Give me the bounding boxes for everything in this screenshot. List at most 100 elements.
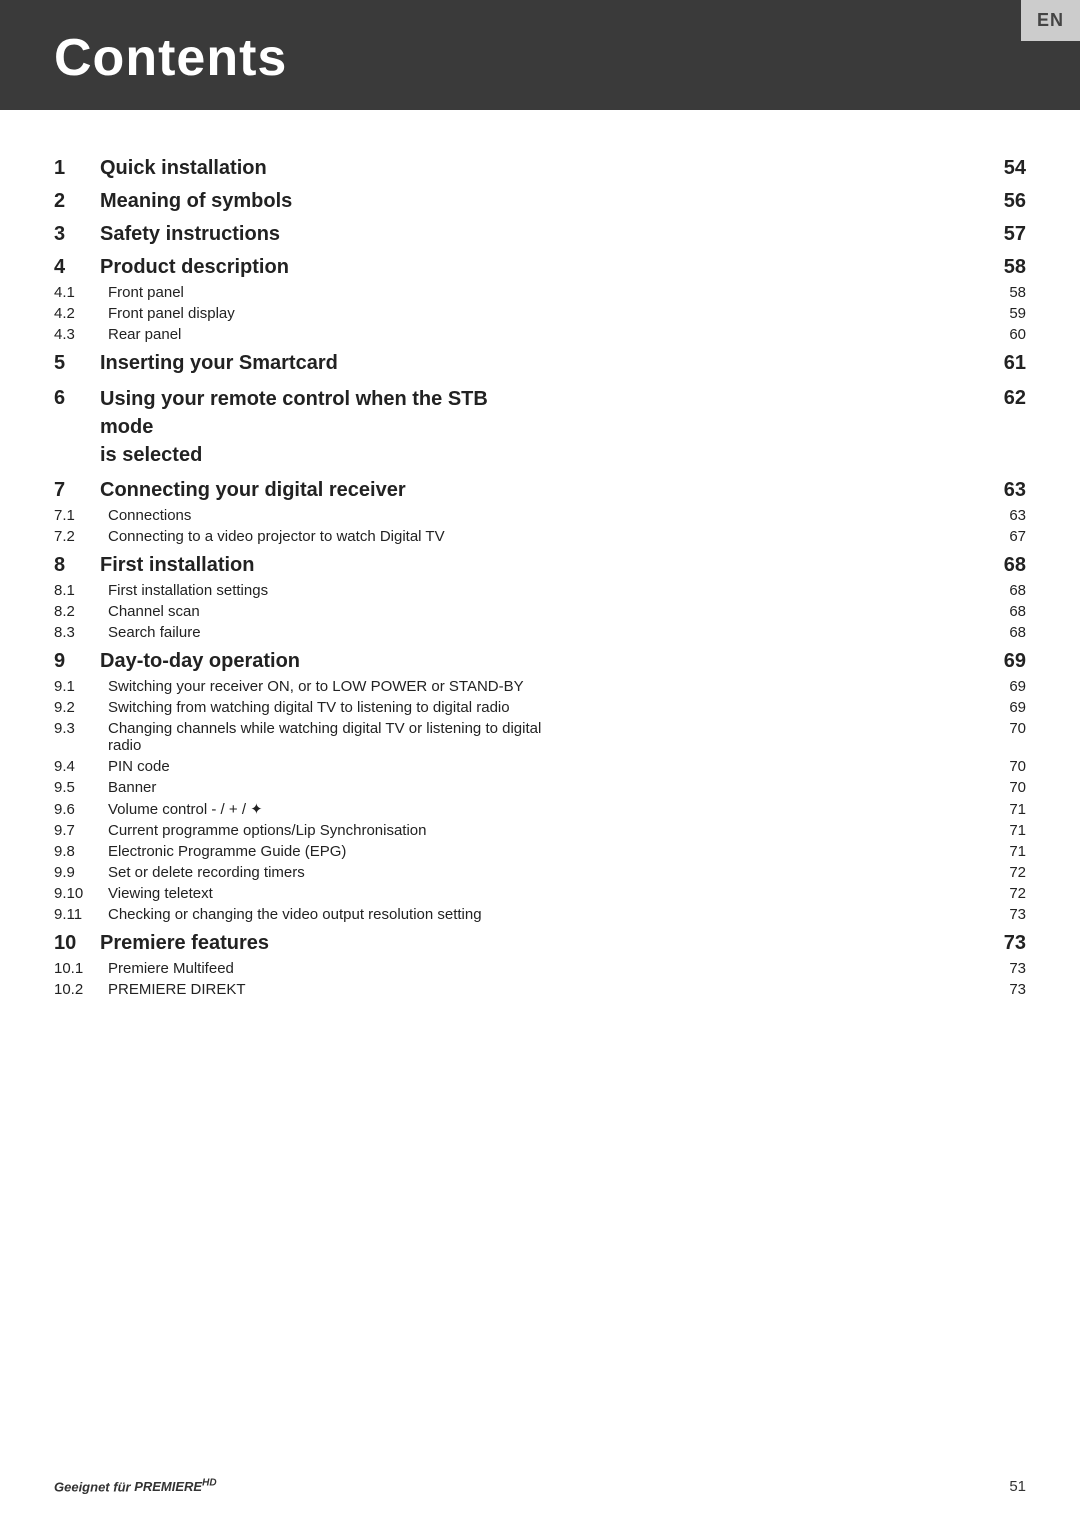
toc-label-9-8: Electronic Programme Guide (EPG) (108, 843, 549, 860)
toc-number-6: 6 (54, 385, 100, 410)
toc-number-10-2: 10.2 (54, 981, 108, 998)
toc-entry-3: 3 Safety instructions 57 (54, 216, 1026, 249)
toc-entry-8-2: 8.2 Channel scan 68 (54, 601, 1026, 622)
toc-entry-4: 4 Product description 58 (54, 249, 1026, 282)
toc-label-9-3: Changing channels while watching digital… (108, 720, 549, 754)
toc-entry-9-6: 9.6 Volume control - / + / ✦ 71 (54, 798, 1026, 820)
toc-entry-9-7: 9.7 Current programme options/Lip Synchr… (54, 820, 1026, 841)
toc-number-9-3: 9.3 (54, 720, 108, 737)
toc-label-7-2: Connecting to a video projector to watch… (108, 528, 549, 545)
toc-label-9-11: Checking or changing the video output re… (108, 906, 549, 923)
toc-entry-8: 8 First installation 68 (54, 547, 1026, 580)
toc-number-4: 4 (54, 256, 100, 279)
footer-brand: Geeignet für PREMIEREHD (54, 1478, 217, 1496)
toc-label-4-3: Rear panel (108, 326, 549, 343)
toc-page-7-1: 63 (990, 507, 1026, 524)
toc-entry-6: 6 Using your remote control when the STB… (54, 378, 1026, 472)
footer-page-number: 51 (1009, 1478, 1026, 1495)
toc-label-8-3: Search failure (108, 624, 549, 641)
toc-label-4-2: Front panel display (108, 305, 549, 322)
toc-entry-7: 7 Connecting your digital receiver 63 (54, 472, 1026, 505)
toc-number-9-7: 9.7 (54, 822, 108, 839)
toc-number-7-2: 7.2 (54, 528, 108, 545)
toc-entry-4-3: 4.3 Rear panel 60 (54, 324, 1026, 345)
toc-label-8-2: Channel scan (108, 603, 549, 620)
page-title: Contents (54, 29, 287, 87)
toc-entry-9-8: 9.8 Electronic Programme Guide (EPG) 71 (54, 841, 1026, 862)
toc-label-9-10: Viewing teletext (108, 885, 549, 902)
toc-label-8-1: First installation settings (108, 582, 549, 599)
toc-page-10: 73 (990, 932, 1026, 955)
toc-page-4: 58 (990, 256, 1026, 279)
toc-number-9: 9 (54, 650, 100, 673)
toc-page-6: 62 (990, 385, 1026, 410)
toc-entry-10: 10 Premiere features 73 (54, 925, 1026, 958)
toc-page-9: 69 (990, 650, 1026, 673)
toc-number-8-3: 8.3 (54, 624, 108, 641)
toc-entry-8-1: 8.1 First installation settings 68 (54, 580, 1026, 601)
toc-page-9-10: 72 (990, 885, 1026, 902)
toc-label-1: Quick installation (100, 157, 545, 180)
toc-page-9-3: 70 (990, 720, 1026, 737)
footer-brand-prefix: Geeignet für (54, 1479, 134, 1494)
toc-number-9-10: 9.10 (54, 885, 108, 902)
toc-entry-4-2: 4.2 Front panel display 59 (54, 303, 1026, 324)
toc-entry-9-11: 9.11 Checking or changing the video outp… (54, 904, 1026, 925)
toc-label-4: Product description (100, 256, 545, 279)
toc-number-4-2: 4.2 (54, 305, 108, 322)
toc-label-9-6: Volume control - / + / ✦ (108, 800, 549, 818)
toc-label-9-7: Current programme options/Lip Synchronis… (108, 822, 549, 839)
toc-entry-9-4: 9.4 PIN code 70 (54, 756, 1026, 777)
toc-entry-9-10: 9.10 Viewing teletext 72 (54, 883, 1026, 904)
toc-page-9-2: 69 (990, 699, 1026, 716)
toc-number-3: 3 (54, 223, 100, 246)
toc-entry-5: 5 Inserting your Smartcard 61 (54, 345, 1026, 378)
toc-number-9-2: 9.2 (54, 699, 108, 716)
toc-page-9-5: 70 (990, 779, 1026, 796)
toc-page-9-8: 71 (990, 843, 1026, 860)
toc-page-8: 68 (990, 554, 1026, 577)
toc-entry-8-3: 8.3 Search failure 68 (54, 622, 1026, 643)
toc-number-9-9: 9.9 (54, 864, 108, 881)
toc-label-10: Premiere features (100, 932, 545, 955)
toc-page-9-11: 73 (990, 906, 1026, 923)
toc-number-2: 2 (54, 190, 100, 213)
toc-page-7: 63 (990, 479, 1026, 502)
toc-label-10-2: PREMIERE DIREKT (108, 981, 549, 998)
toc-number-9-11: 9.11 (54, 906, 108, 923)
toc-page-7-2: 67 (990, 528, 1026, 545)
toc-number-7: 7 (54, 479, 100, 502)
toc-entry-10-1: 10.1 Premiere Multifeed 73 (54, 958, 1026, 979)
toc-label-9-2: Switching from watching digital TV to li… (108, 699, 549, 716)
toc-entry-9: 9 Day-to-day operation 69 (54, 643, 1026, 676)
toc-label-6: Using your remote control when the STB m… (100, 385, 545, 469)
toc-page-5: 61 (990, 352, 1026, 375)
toc-page-9-9: 72 (990, 864, 1026, 881)
toc-entry-7-1: 7.1 Connections 63 (54, 505, 1026, 526)
toc-label-8: First installation (100, 554, 545, 577)
toc-page-4-3: 60 (990, 326, 1026, 343)
toc-number-1: 1 (54, 157, 100, 180)
toc-entry-2: 2 Meaning of symbols 56 (54, 183, 1026, 216)
toc-label-9-4: PIN code (108, 758, 549, 775)
toc-label-9-1: Switching your receiver ON, or to LOW PO… (108, 678, 549, 695)
toc-label-2: Meaning of symbols (100, 190, 545, 213)
toc-page-9-6: 71 (990, 801, 1026, 818)
toc-number-10-1: 10.1 (54, 960, 108, 977)
toc-label-9: Day-to-day operation (100, 650, 545, 673)
toc-page-9-7: 71 (990, 822, 1026, 839)
toc-label-4-1: Front panel (108, 284, 549, 301)
toc-page-4-1: 58 (990, 284, 1026, 301)
toc-page-9-1: 69 (990, 678, 1026, 695)
language-tab: EN (1021, 0, 1080, 41)
toc-number-9-5: 9.5 (54, 779, 108, 796)
toc-number-9-4: 9.4 (54, 758, 108, 775)
toc-page-3: 57 (990, 223, 1026, 246)
toc-page-10-1: 73 (990, 960, 1026, 977)
toc-entry-1: 1 Quick installation 54 (54, 150, 1026, 183)
toc-number-9-1: 9.1 (54, 678, 108, 695)
toc-number-9-8: 9.8 (54, 843, 108, 860)
toc-number-10: 10 (54, 932, 100, 955)
toc-page-4-2: 59 (990, 305, 1026, 322)
toc-label-5: Inserting your Smartcard (100, 352, 545, 375)
